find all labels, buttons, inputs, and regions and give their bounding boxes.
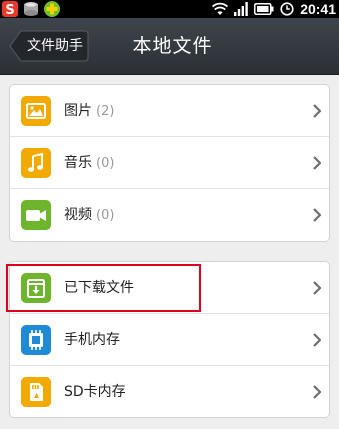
security-plus-icon (43, 0, 61, 18)
list-item-images[interactable]: 图片 (2) (10, 85, 329, 137)
image-icon (21, 96, 51, 126)
download-icon (21, 273, 51, 303)
list-item-sd-card[interactable]: SD卡内存 (10, 366, 329, 418)
alarm-icon (280, 2, 294, 16)
battery-icon (254, 3, 274, 15)
list-item-count: (0) (96, 208, 115, 223)
memory-chip-icon (21, 325, 51, 355)
chevron-right-icon (313, 156, 321, 170)
chevron-right-icon (313, 208, 321, 222)
sd-card-icon (21, 377, 51, 407)
list-item-label: 图片 (64, 103, 92, 119)
list-item-label: 已下载文件 (64, 280, 134, 296)
list-item-count: (2) (96, 104, 115, 119)
chevron-right-icon (313, 281, 321, 295)
chevron-right-icon (313, 333, 321, 347)
back-button[interactable]: 文件助手 (9, 30, 89, 62)
title-bar: 本地文件 文件助手 (0, 18, 339, 75)
music-icon (21, 148, 51, 178)
video-icon (21, 200, 51, 230)
list-item-label: 视频 (64, 207, 92, 223)
media-files-group: 图片 (2) 音乐 (0) 视频 (0) (9, 84, 330, 242)
list-item-label: 音乐 (64, 155, 92, 171)
list-item-downloaded-files[interactable]: 已下载文件 (10, 262, 329, 314)
list-item-label: SD卡内存 (64, 384, 126, 400)
status-bar: S 20:41 (0, 0, 339, 18)
signal-icon (234, 2, 248, 16)
list-item-videos[interactable]: 视频 (0) (10, 189, 329, 241)
storage-icon (22, 0, 40, 18)
svg-text:S: S (5, 3, 14, 18)
storage-group: 已下载文件 手机内存 SD卡内存 (9, 261, 330, 418)
list-item-label: 手机内存 (64, 332, 120, 348)
list-item-count: (0) (96, 156, 115, 171)
list-item-music[interactable]: 音乐 (0) (10, 137, 329, 189)
clock-time: 20:41 (300, 1, 336, 17)
back-button-label: 文件助手 (27, 38, 83, 54)
wifi-icon (212, 2, 229, 15)
sougou-icon: S (1, 0, 19, 18)
chevron-right-icon (313, 104, 321, 118)
list-item-phone-memory[interactable]: 手机内存 (10, 314, 329, 366)
chevron-right-icon (313, 385, 321, 399)
